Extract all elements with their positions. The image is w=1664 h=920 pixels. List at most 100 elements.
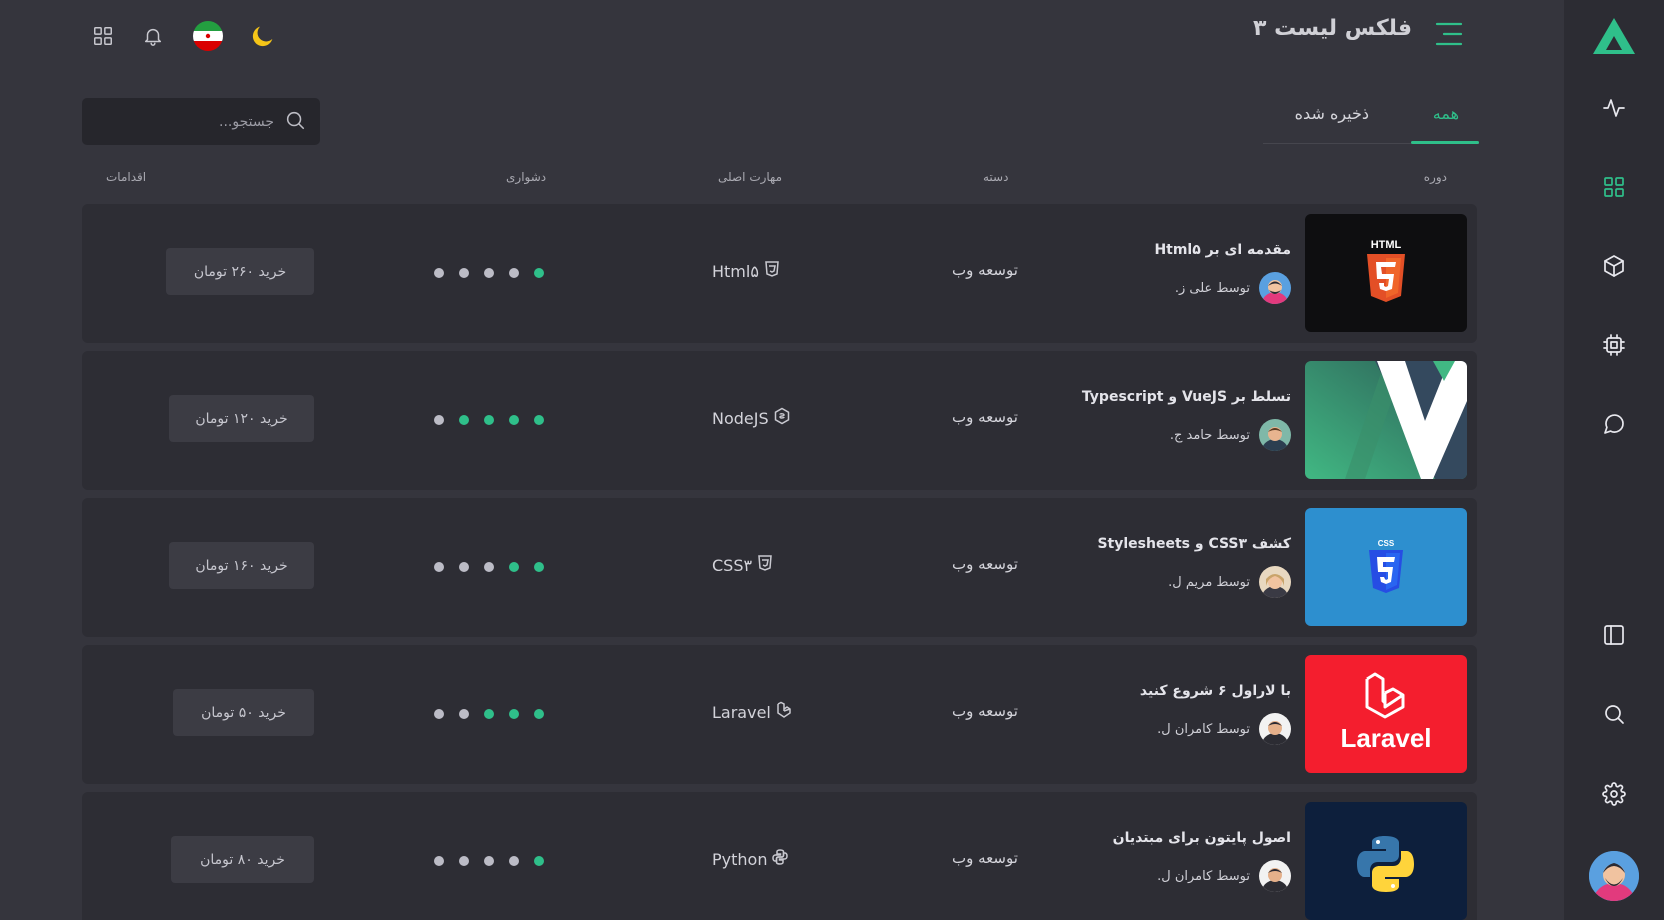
course-skill: Html۵ xyxy=(712,260,781,282)
difficulty-dot xyxy=(459,562,469,572)
course-title[interactable]: با لاراول ۶ شروع کنید xyxy=(1140,683,1291,699)
course-title[interactable]: تسلط بر VueJS و Typescript xyxy=(1082,389,1291,405)
difficulty-dot xyxy=(509,562,519,572)
skill-label: CSS۳ xyxy=(712,555,753,575)
course-category: توسعه وب xyxy=(952,408,1018,426)
course-row[interactable]: اصول پایتون برای مبتدیان توسط کامران ل. … xyxy=(82,792,1477,920)
search-icon xyxy=(284,109,306,135)
col-header-actions: اقدامات xyxy=(106,170,147,184)
cube-icon[interactable] xyxy=(1600,252,1628,280)
buy-button[interactable]: خرید ۵۰ تومان xyxy=(173,689,314,736)
difficulty-rating xyxy=(434,268,544,278)
user-avatar[interactable] xyxy=(1589,851,1639,901)
course-author: توسط مریم ل. xyxy=(1168,566,1291,598)
bell-icon[interactable] xyxy=(135,18,171,54)
difficulty-rating xyxy=(434,856,544,866)
course-category: توسعه وب xyxy=(952,702,1018,720)
difficulty-dot xyxy=(459,268,469,278)
course-category: توسعه وب xyxy=(952,555,1018,573)
difficulty-rating xyxy=(434,709,544,719)
layout-icon[interactable] xyxy=(1600,621,1628,649)
iran-flag-icon[interactable] xyxy=(190,18,226,54)
grid-icon[interactable] xyxy=(1600,173,1628,201)
html5-thumbnail: HTML xyxy=(1305,214,1467,332)
python-icon xyxy=(771,848,789,870)
course-row[interactable]: CSS کشف CSS۳ و Stylesheets توسط مریم ل. … xyxy=(82,498,1477,637)
course-title[interactable]: مقدمه ای بر Html۵ xyxy=(1154,242,1291,258)
author-avatar xyxy=(1259,419,1291,451)
course-row[interactable]: تسلط بر VueJS و Typescript توسط حامد ج. … xyxy=(82,351,1477,490)
course-row[interactable]: HTML مقدمه ای بر Html۵ توسط علی ز. توسعه… xyxy=(82,204,1477,343)
difficulty-dot xyxy=(509,268,519,278)
difficulty-dot xyxy=(509,856,519,866)
tab-saved[interactable]: ذخیره شده xyxy=(1295,104,1369,123)
difficulty-rating xyxy=(434,562,544,572)
activity-icon[interactable] xyxy=(1600,94,1628,122)
author-avatar xyxy=(1259,713,1291,745)
difficulty-dot xyxy=(484,268,494,278)
author-name: توسط حامد ج. xyxy=(1169,427,1250,443)
course-category: توسعه وب xyxy=(952,849,1018,867)
difficulty-dot xyxy=(459,415,469,425)
python-thumbnail xyxy=(1305,802,1467,920)
difficulty-dot xyxy=(459,856,469,866)
tab-all[interactable]: همه xyxy=(1433,104,1459,123)
buy-button[interactable]: خرید ۱۲۰ تومان xyxy=(169,395,314,442)
difficulty-dot xyxy=(484,709,494,719)
sidebar xyxy=(1564,0,1664,920)
difficulty-dot xyxy=(434,268,444,278)
html-icon xyxy=(763,260,781,282)
css-icon xyxy=(756,554,774,576)
search-box[interactable] xyxy=(82,98,320,145)
col-header-course: دوره xyxy=(1423,170,1447,184)
search-icon[interactable] xyxy=(1600,700,1628,728)
course-title[interactable]: کشف CSS۳ و Stylesheets xyxy=(1097,536,1291,552)
skill-label: Python xyxy=(712,849,768,869)
vue-thumbnail xyxy=(1305,361,1467,479)
skill-label: Laravel xyxy=(712,702,771,722)
course-skill: Python xyxy=(712,848,789,870)
buy-button[interactable]: خرید ۸۰ تومان xyxy=(171,836,314,883)
author-name: توسط مریم ل. xyxy=(1168,574,1250,590)
difficulty-dot xyxy=(434,562,444,572)
difficulty-dot xyxy=(484,415,494,425)
difficulty-dot xyxy=(434,856,444,866)
active-tab-indicator xyxy=(1411,141,1479,144)
apps-grid-icon[interactable] xyxy=(85,18,121,54)
buy-button[interactable]: خرید ۲۶۰ تومان xyxy=(166,248,314,295)
nodejs-icon xyxy=(773,407,791,429)
difficulty-rating xyxy=(434,415,544,425)
laravel-thumbnail: Laravel xyxy=(1305,655,1467,773)
tab-bar: همه ذخیره شده xyxy=(1263,92,1479,144)
difficulty-dot xyxy=(534,856,544,866)
buy-button[interactable]: خرید ۱۶۰ تومان xyxy=(169,542,314,589)
course-row[interactable]: Laravel با لاراول ۶ شروع کنید توسط کامرا… xyxy=(82,645,1477,784)
author-name: توسط کامران ل. xyxy=(1157,868,1250,884)
col-header-category: دسته xyxy=(983,170,1009,184)
course-category: توسعه وب xyxy=(952,261,1018,279)
difficulty-dot xyxy=(534,415,544,425)
course-skill: NodeJS xyxy=(712,407,791,429)
settings-icon[interactable] xyxy=(1600,780,1628,808)
author-name: توسط کامران ل. xyxy=(1157,721,1250,737)
course-skill: Laravel xyxy=(712,701,793,723)
difficulty-dot xyxy=(434,709,444,719)
chip-icon[interactable] xyxy=(1600,331,1628,359)
menu-icon[interactable] xyxy=(1435,21,1463,47)
search-input[interactable] xyxy=(114,113,274,130)
difficulty-dot xyxy=(484,856,494,866)
page-title: فلکس لیست ۳ xyxy=(1253,16,1412,41)
chat-icon[interactable] xyxy=(1600,410,1628,438)
difficulty-dot xyxy=(534,709,544,719)
difficulty-dot xyxy=(534,268,544,278)
css3-thumbnail: CSS xyxy=(1305,508,1467,626)
author-avatar xyxy=(1259,272,1291,304)
author-avatar xyxy=(1259,566,1291,598)
skill-label: NodeJS xyxy=(712,408,769,428)
moon-icon[interactable] xyxy=(245,18,281,54)
logo-icon[interactable] xyxy=(1591,16,1637,56)
course-title[interactable]: اصول پایتون برای مبتدیان xyxy=(1113,830,1291,846)
difficulty-dot xyxy=(509,709,519,719)
course-author: توسط علی ز. xyxy=(1175,272,1291,304)
course-author: توسط حامد ج. xyxy=(1170,419,1291,451)
